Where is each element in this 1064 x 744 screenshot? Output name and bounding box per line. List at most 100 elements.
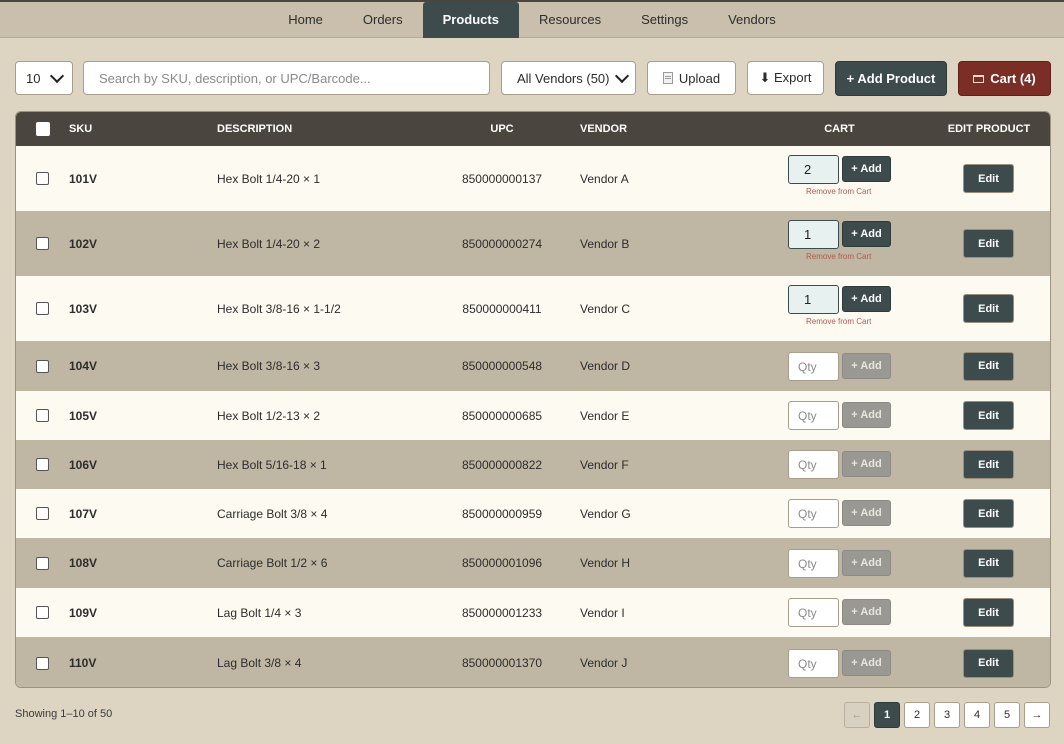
sku-cell: 103V [69,301,98,316]
row-select-cell [36,211,49,276]
row-checkbox[interactable] [36,302,49,315]
page-3-button[interactable]: 3 [934,702,960,728]
edit-product-button[interactable]: Edit [963,351,1014,381]
add-to-cart-button[interactable]: + Add [842,286,891,312]
cart-button[interactable]: Cart (4) [958,61,1051,96]
sku-cell: 102V [69,236,98,251]
vendor-cell: Vendor E [580,408,630,423]
row-select-cell [36,637,49,687]
row-checkbox[interactable] [36,507,49,520]
page-4-button[interactable]: 4 [964,702,990,728]
remove-from-cart-link[interactable]: Remove from Cart [806,252,871,261]
row-checkbox[interactable] [36,656,49,670]
description-cell: Hex Bolt 1/2-13 × 2 [217,408,321,423]
vendor-cell: Vendor G [580,506,631,521]
search-box[interactable] [83,61,490,95]
row-checkbox[interactable] [36,606,49,619]
sku-cell: 110V [69,656,97,670]
add-to-cart-button[interactable]: + Add [842,451,891,477]
tab-vendors[interactable]: Vendors [708,2,796,38]
add-to-cart-button[interactable]: + Add [842,550,891,576]
edit-product-button[interactable]: Edit [963,598,1014,627]
cart-cell: 2 + Add Remove from Cart [788,146,891,211]
remove-from-cart-link[interactable]: Remove from Cart [806,187,871,196]
edit-product-button[interactable]: Edit [963,648,1014,678]
row-checkbox[interactable] [36,359,49,373]
edit-product-button[interactable]: Edit [963,229,1014,258]
chevron-down-icon [614,68,630,84]
edit-product-button[interactable]: Edit [963,164,1014,193]
add-to-cart-button[interactable]: + Add [842,599,891,625]
edit-cell: Edit [963,538,1014,588]
edit-product-button[interactable]: Edit [963,401,1014,430]
qty-input[interactable]: Qty [788,598,839,627]
header-vendor[interactable]: VENDOR [580,112,627,146]
table-row: 101V Hex Bolt 1/4-20 × 1 850000000137 Vendo… [16,146,1050,211]
page-5-button[interactable]: 5 [994,702,1020,728]
edit-product-button[interactable]: Edit [963,548,1014,578]
sku-cell: 108V [69,556,98,570]
table-row: 110V Lag Bolt 3/8 × 4 850000001370 Vendor J… [16,637,1050,687]
edit-product-button[interactable]: Edit [963,499,1014,528]
page-2-button[interactable]: 2 [904,702,930,728]
add-to-cart-button[interactable]: + Add [842,156,891,182]
upc-cell: 850000001233 [461,605,543,620]
select-all-checkbox[interactable] [36,122,50,136]
next-page-button[interactable]: → [1024,702,1050,728]
qty-input[interactable]: Qty [788,499,839,528]
header-description[interactable]: DESCRIPTION [217,112,292,146]
add-to-cart-button[interactable]: + Add [842,650,891,676]
upload-button[interactable]: Upload [647,61,736,95]
header-sku[interactable]: SKU [69,112,92,146]
row-checkbox[interactable] [36,458,49,471]
page-1-button[interactable]: 1 [874,702,900,728]
qty-input[interactable]: Qty [788,649,839,678]
toolbar: 10 All Vendors (50) Upload ⬇ Export + Ad… [15,61,1051,96]
row-checkbox[interactable] [36,237,49,250]
edit-product-button[interactable]: Edit [963,450,1014,479]
add-product-button[interactable]: + Add Product [835,61,947,96]
description-cell: Carriage Bolt 3/8 × 4 [217,506,328,521]
add-to-cart-button[interactable]: + Add [842,402,891,428]
description-cell: Hex Bolt 1/4-20 × 2 [217,236,321,251]
row-select-cell [36,489,49,538]
qty-input[interactable]: 1 [788,220,839,249]
search-input[interactable] [97,69,476,87]
row-checkbox[interactable] [36,409,49,422]
row-select-cell [36,391,49,440]
tab-home[interactable]: Home [268,2,343,38]
add-to-cart-button[interactable]: + Add [842,221,891,247]
header-upc[interactable]: UPC [436,112,568,146]
qty-input[interactable]: 1 [788,285,839,314]
tab-orders[interactable]: Orders [343,2,423,38]
row-checkbox[interactable] [36,556,49,570]
tab-settings[interactable]: Settings [621,2,708,38]
add-to-cart-button[interactable]: + Add [842,353,891,379]
upc-cell: 850000000822 [461,457,543,472]
sku-cell: 107V [69,506,98,521]
qty-input[interactable]: Qty [788,450,839,479]
description-cell: Lag Bolt 1/4 × 3 [217,605,302,620]
qty-input[interactable]: Qty [788,401,839,430]
tab-resources[interactable]: Resources [519,2,621,38]
prev-page-button[interactable]: ← [844,702,870,728]
export-button[interactable]: ⬇ Export [747,61,824,95]
qty-input[interactable]: Qty [788,352,839,381]
add-to-cart-button[interactable]: + Add [842,500,891,526]
sku-cell: 109V [69,605,98,620]
remove-from-cart-link[interactable]: Remove from Cart [806,317,871,326]
row-checkbox[interactable] [36,172,49,185]
vendor-cell: Vendor D [580,359,631,373]
upc-cell: 850000000411 [462,301,542,316]
qty-input[interactable]: Qty [788,549,839,578]
sku-cell: 104V [69,359,98,373]
row-select-cell [36,440,49,489]
upc-cell: 850000000959 [461,506,543,521]
edit-product-button[interactable]: Edit [963,294,1014,323]
vendor-filter-select[interactable]: All Vendors (50) [501,61,636,95]
page-size-select[interactable]: 10 [15,61,73,95]
qty-input[interactable]: 2 [788,155,839,184]
table-header: SKU DESCRIPTION UPC VENDOR CART EDIT PRO… [16,112,1050,146]
edit-cell: Edit [963,440,1014,489]
tab-products[interactable]: Products [422,2,519,38]
